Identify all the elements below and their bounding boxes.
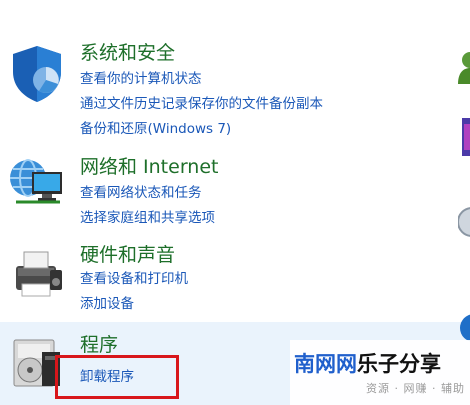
category-title-programs[interactable]: 程序 bbox=[80, 334, 118, 356]
appearance-icon bbox=[462, 118, 470, 156]
watermark-logo-text: 南网网乐子分享 bbox=[294, 348, 441, 378]
link-devices-printers[interactable]: 查看设备和打印机 bbox=[80, 270, 188, 288]
category-title-system-security[interactable]: 系统和安全 bbox=[80, 42, 175, 64]
printer-icon bbox=[16, 251, 62, 297]
shield-icon bbox=[13, 46, 61, 102]
link-homegroup-sharing[interactable]: 选择家庭组和共享选项 bbox=[80, 209, 215, 227]
clock-region-icon bbox=[458, 207, 470, 237]
user-accounts-icon bbox=[458, 52, 470, 84]
link-file-history-backup[interactable]: 通过文件历史记录保存你的文件备份副本 bbox=[80, 95, 323, 113]
network-icon bbox=[10, 159, 62, 204]
watermark: 南网网乐子分享 资源 · 网赚 · 辅助 bbox=[290, 340, 470, 405]
link-backup-restore[interactable]: 备份和还原(Windows 7) bbox=[80, 120, 231, 138]
watermark-subtitle: 资源 · 网赚 · 辅助 bbox=[366, 382, 465, 395]
link-view-computer-status[interactable]: 查看你的计算机状态 bbox=[80, 70, 202, 88]
highlight-box-uninstall bbox=[55, 355, 179, 399]
watermark-part1: 南网网 bbox=[294, 352, 357, 376]
category-title-hardware-sound[interactable]: 硬件和声音 bbox=[80, 244, 175, 266]
link-view-network-status[interactable]: 查看网络状态和任务 bbox=[80, 184, 202, 202]
watermark-part2: 乐子分享 bbox=[357, 352, 441, 376]
link-add-device[interactable]: 添加设备 bbox=[80, 295, 134, 313]
category-title-network-internet[interactable]: 网络和 Internet bbox=[80, 156, 218, 178]
